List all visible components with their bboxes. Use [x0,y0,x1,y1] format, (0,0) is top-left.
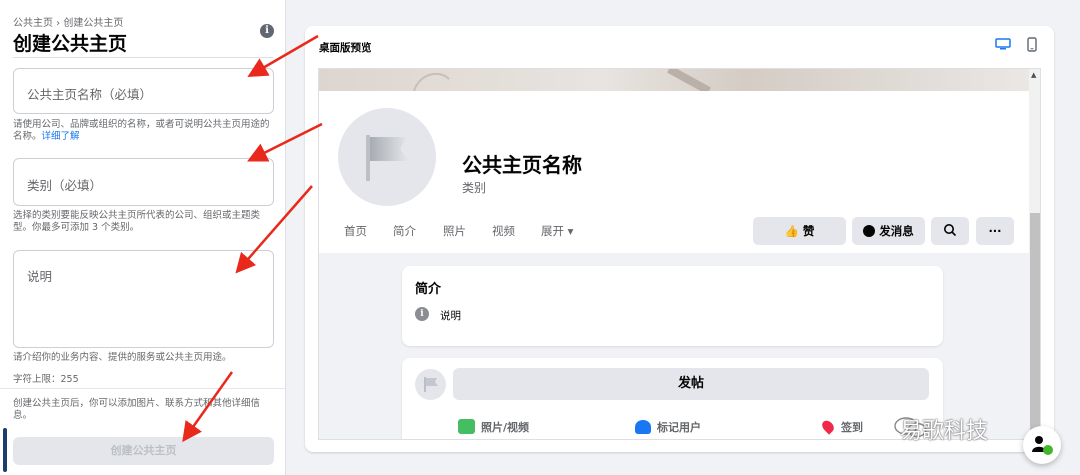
preview-category: 类别 [462,181,487,195]
people-icon [1032,436,1053,455]
bottom-divider [0,388,285,389]
flag-icon [424,377,438,392]
check-in-label: 签到 [841,421,863,434]
preview-label: 桌面版预览 [319,42,372,54]
profile-avatar[interactable] [334,104,440,210]
info-icon: i [415,307,429,321]
learn-more-link[interactable]: 详细了解 [42,131,80,142]
description-textarea[interactable]: 说明 [13,250,274,348]
about-title: 简介 [415,282,442,297]
breadcrumb[interactable]: 公共主页 › 创建公共主页 [13,14,123,29]
location-pin-icon [819,418,837,435]
divider [13,57,273,58]
description-help: 请介绍你的业务内容、提供的服务或公共主页用途。 [13,352,232,363]
about-card: 简介 i 说明 [402,266,943,346]
page-name-help: 请使用公司、品牌或组织的名称，或者可说明公共主页用途的名称。详细了解 [13,119,275,143]
tab-photos[interactable]: 照片 [443,223,466,239]
like-label: 赞 [802,224,815,238]
create-page-panel: 公共主页 › 创建公共主页 创建公共主页 i 公共主页名称（必填） 请使用公司、… [0,0,286,475]
category-input[interactable]: 类别（必填） [13,158,274,206]
page-name-placeholder: 公共主页名称（必填） [27,87,153,102]
description-placeholder: 说明 [27,269,53,284]
messenger-icon [863,225,876,237]
preview-page-name: 公共主页名称 [462,153,582,177]
photo-icon [458,419,475,434]
help-fab-button[interactable] [1023,426,1061,464]
tag-user-icon [635,420,651,434]
tab-videos[interactable]: 视频 [492,223,515,239]
tab-more[interactable]: 展开 ▾ [541,223,573,239]
preview-frame: 公共主页名称 类别 首页 简介 照片 视频 展开 ▾ 👍 赞 发消息 ··· 简… [318,68,1041,440]
create-post-card: 发帖 照片/视频 标记用户 签到 [402,358,943,439]
page-nav: 首页 简介 照片 视频 展开 ▾ 👍 赞 发消息 ··· [319,207,1029,253]
flag-icon [366,135,408,181]
char-limit: 字符上限：255 [13,374,79,385]
check-in-action[interactable]: 签到 [819,418,863,435]
page-name-input[interactable]: 公共主页名称（必填） [13,68,274,114]
post-button[interactable]: 发帖 [453,368,929,400]
cover-pattern [413,69,711,91]
message-button[interactable]: 发消息 [852,217,925,245]
scroll-up-arrow-icon[interactable]: ▲ [1031,71,1036,79]
scrollbar-thumb[interactable] [1030,213,1040,439]
message-label: 发消息 [879,224,914,238]
progress-indicator [3,428,7,472]
tab-about[interactable]: 简介 [393,223,416,239]
category-help: 选择的类别要能反映公共主页所代表的公司、组织或主题类型。你最多可添加 3 个类别… [13,210,261,233]
page-header: 公共主页名称 类别 [319,91,1029,229]
info-icon[interactable]: i [260,24,274,38]
search-icon [944,224,957,237]
post-avatar [415,369,446,400]
desktop-icon[interactable] [995,38,1011,50]
search-button[interactable] [931,217,969,245]
photo-video-label: 照片/视频 [481,421,530,434]
photo-video-action[interactable]: 照片/视频 [458,419,529,435]
category-placeholder: 类别（必填） [27,178,103,193]
mobile-icon[interactable] [1027,37,1037,52]
tag-people-label: 标记用户 [657,421,701,434]
create-page-button[interactable]: 创建公共主页 [13,437,274,465]
cover-photo [319,69,1029,91]
bottom-note: 创建公共主页后，你可以添加图片、联系方式和其他详细信息。 [13,398,261,421]
tab-home[interactable]: 首页 [344,223,367,239]
about-description: 说明 [440,310,461,322]
page-title: 创建公共主页 [13,33,128,55]
desktop-preview-card: 桌面版预览 公共主页名称 类别 首页 简介 照片 视频 展开 ▾ 👍 赞 发消息… [305,26,1054,452]
watermark-text: 易歌科技 [900,419,989,444]
thumbs-up-icon: 👍 [784,224,799,238]
more-options-button[interactable]: ··· [976,217,1014,245]
like-button[interactable]: 👍 赞 [753,217,846,245]
tag-people-action[interactable]: 标记用户 [635,419,701,435]
